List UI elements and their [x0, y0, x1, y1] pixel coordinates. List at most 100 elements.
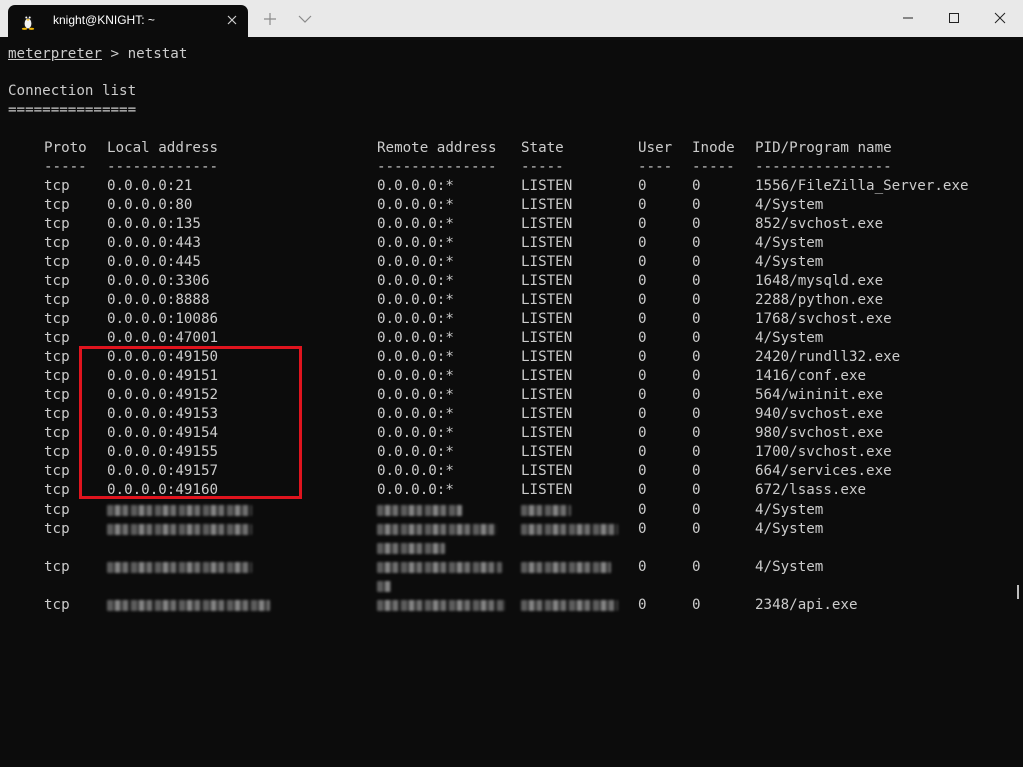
cell-state: LISTEN	[521, 368, 573, 384]
cell-remote: 0.0.0.0:*	[377, 425, 454, 441]
cell-inode: 0	[692, 235, 701, 251]
cell-remote: 0.0.0.0:*	[377, 482, 454, 498]
cell-user: 0	[638, 216, 647, 232]
cell-local: 0.0.0.0:443	[107, 235, 201, 251]
scrollbar-thumb[interactable]	[1017, 585, 1019, 599]
cell-inode: 0	[692, 406, 701, 422]
cell-state: LISTEN	[521, 197, 573, 213]
cell-local: 0.0.0.0:135	[107, 216, 201, 232]
cell-local: 0.0.0.0:445	[107, 254, 201, 270]
close-window-icon	[994, 12, 1006, 24]
redacted-remote-address	[377, 562, 502, 573]
cell-proto: tcp	[44, 463, 70, 479]
redacted-state	[521, 562, 611, 573]
cell-pid: 1556/FileZilla_Server.exe	[755, 178, 969, 194]
cell-user: 0	[638, 235, 647, 251]
cell-proto: tcp	[44, 425, 70, 441]
header-underline: ----- ------------- -------------- -----…	[8, 158, 1008, 177]
cell-local: 0.0.0.0:21	[107, 178, 193, 194]
cell-inode: 0	[692, 368, 701, 384]
cell-inode: 0	[692, 597, 701, 613]
underline-remote: --------------	[377, 159, 497, 175]
cell-pid: 2348/api.exe	[755, 597, 858, 613]
close-icon[interactable]	[224, 12, 240, 28]
cell-pid: 940/svchost.exe	[755, 406, 884, 422]
cell-state: LISTEN	[521, 178, 573, 194]
cell-state: LISTEN	[521, 311, 573, 327]
underline-proto: -----	[44, 159, 87, 175]
cell-proto: tcp	[44, 368, 70, 384]
cell-remote: 0.0.0.0:*	[377, 406, 454, 422]
tab-title: knight@KNIGHT: ~	[53, 13, 155, 27]
close-window-button[interactable]	[977, 5, 1023, 31]
cell-remote: 0.0.0.0:*	[377, 292, 454, 308]
cell-inode: 0	[692, 559, 701, 575]
cell-proto: tcp	[44, 482, 70, 498]
command-line: meterpreter > netstat	[8, 45, 187, 64]
cell-inode: 0	[692, 311, 701, 327]
cell-remote: 0.0.0.0:*	[377, 254, 454, 270]
cell-remote: 0.0.0.0:*	[377, 463, 454, 479]
cell-proto: tcp	[44, 235, 70, 251]
table-row: tcp 0 0 4/System	[8, 520, 1008, 539]
cell-pid: 2420/rundll32.exe	[755, 349, 901, 365]
cell-remote: 0.0.0.0:*	[377, 311, 454, 327]
table-row: tcp 0 0 4/System	[8, 558, 1008, 577]
table-row: tcp 0.0.0.0:3306 0.0.0.0:* LISTEN 0 0 1648/mys…	[8, 272, 1008, 291]
cell-user: 0	[638, 387, 647, 403]
cell-remote: 0.0.0.0:*	[377, 216, 454, 232]
cell-remote: 0.0.0.0:*	[377, 197, 454, 213]
cell-user: 0	[638, 482, 647, 498]
cell-user: 0	[638, 559, 647, 575]
cell-user: 0	[638, 349, 647, 365]
minimize-button[interactable]	[885, 5, 931, 31]
section-title: Connection list	[8, 83, 137, 99]
cell-state: LISTEN	[521, 444, 573, 460]
cell-user: 0	[638, 521, 647, 537]
cell-user: 0	[638, 292, 647, 308]
cell-user: 0	[638, 197, 647, 213]
cell-state: LISTEN	[521, 235, 573, 251]
cell-inode: 0	[692, 482, 701, 498]
plus-icon[interactable]	[262, 11, 278, 27]
cell-state: LISTEN	[521, 406, 573, 422]
terminal-tab[interactable]: knight@KNIGHT: ~	[8, 5, 248, 37]
cell-pid: 2288/python.exe	[755, 292, 884, 308]
maximize-button[interactable]	[931, 5, 977, 31]
table-header: Proto Local address Remote address State…	[8, 139, 1008, 158]
redacted-remote-address-continued	[377, 581, 391, 592]
cell-inode: 0	[692, 521, 701, 537]
table-row: tcp 0.0.0.0:445 0.0.0.0:* LISTEN 0 0 4/System	[8, 253, 1008, 272]
cell-remote: 0.0.0.0:*	[377, 349, 454, 365]
underline-state: -----	[521, 159, 564, 175]
underline-local: -------------	[107, 159, 219, 175]
cell-inode: 0	[692, 387, 701, 403]
minimize-icon	[903, 17, 913, 19]
terminal-output[interactable]: meterpreter > netstat Connection list ==…	[8, 37, 1008, 622]
cell-pid: 4/System	[755, 502, 824, 518]
cell-remote: 0.0.0.0:*	[377, 235, 454, 251]
cell-state: LISTEN	[521, 425, 573, 441]
cell-pid: 564/wininit.exe	[755, 387, 884, 403]
cell-proto: tcp	[44, 406, 70, 422]
redacted-state	[521, 524, 618, 535]
header-state: State	[521, 140, 564, 156]
cell-inode: 0	[692, 178, 701, 194]
cell-pid: 664/services.exe	[755, 463, 892, 479]
table-row: tcp 0.0.0.0:80 0.0.0.0:* LISTEN 0 0 4/System	[8, 196, 1008, 215]
redacted-remote-address	[377, 600, 505, 611]
cell-proto: tcp	[44, 444, 70, 460]
cell-proto: tcp	[44, 349, 70, 365]
title-bar: knight@KNIGHT: ~	[0, 0, 1023, 37]
maximize-icon	[949, 13, 959, 23]
cell-inode: 0	[692, 349, 701, 365]
cell-state: LISTEN	[521, 273, 573, 289]
prompt: meterpreter	[8, 46, 102, 62]
chevron-down-icon[interactable]	[297, 13, 313, 25]
cell-user: 0	[638, 502, 647, 518]
cell-pid: 4/System	[755, 559, 824, 575]
cell-local: 0.0.0.0:8888	[107, 292, 210, 308]
cell-remote: 0.0.0.0:*	[377, 387, 454, 403]
underline-user: ----	[638, 159, 673, 175]
cell-state: LISTEN	[521, 330, 573, 346]
